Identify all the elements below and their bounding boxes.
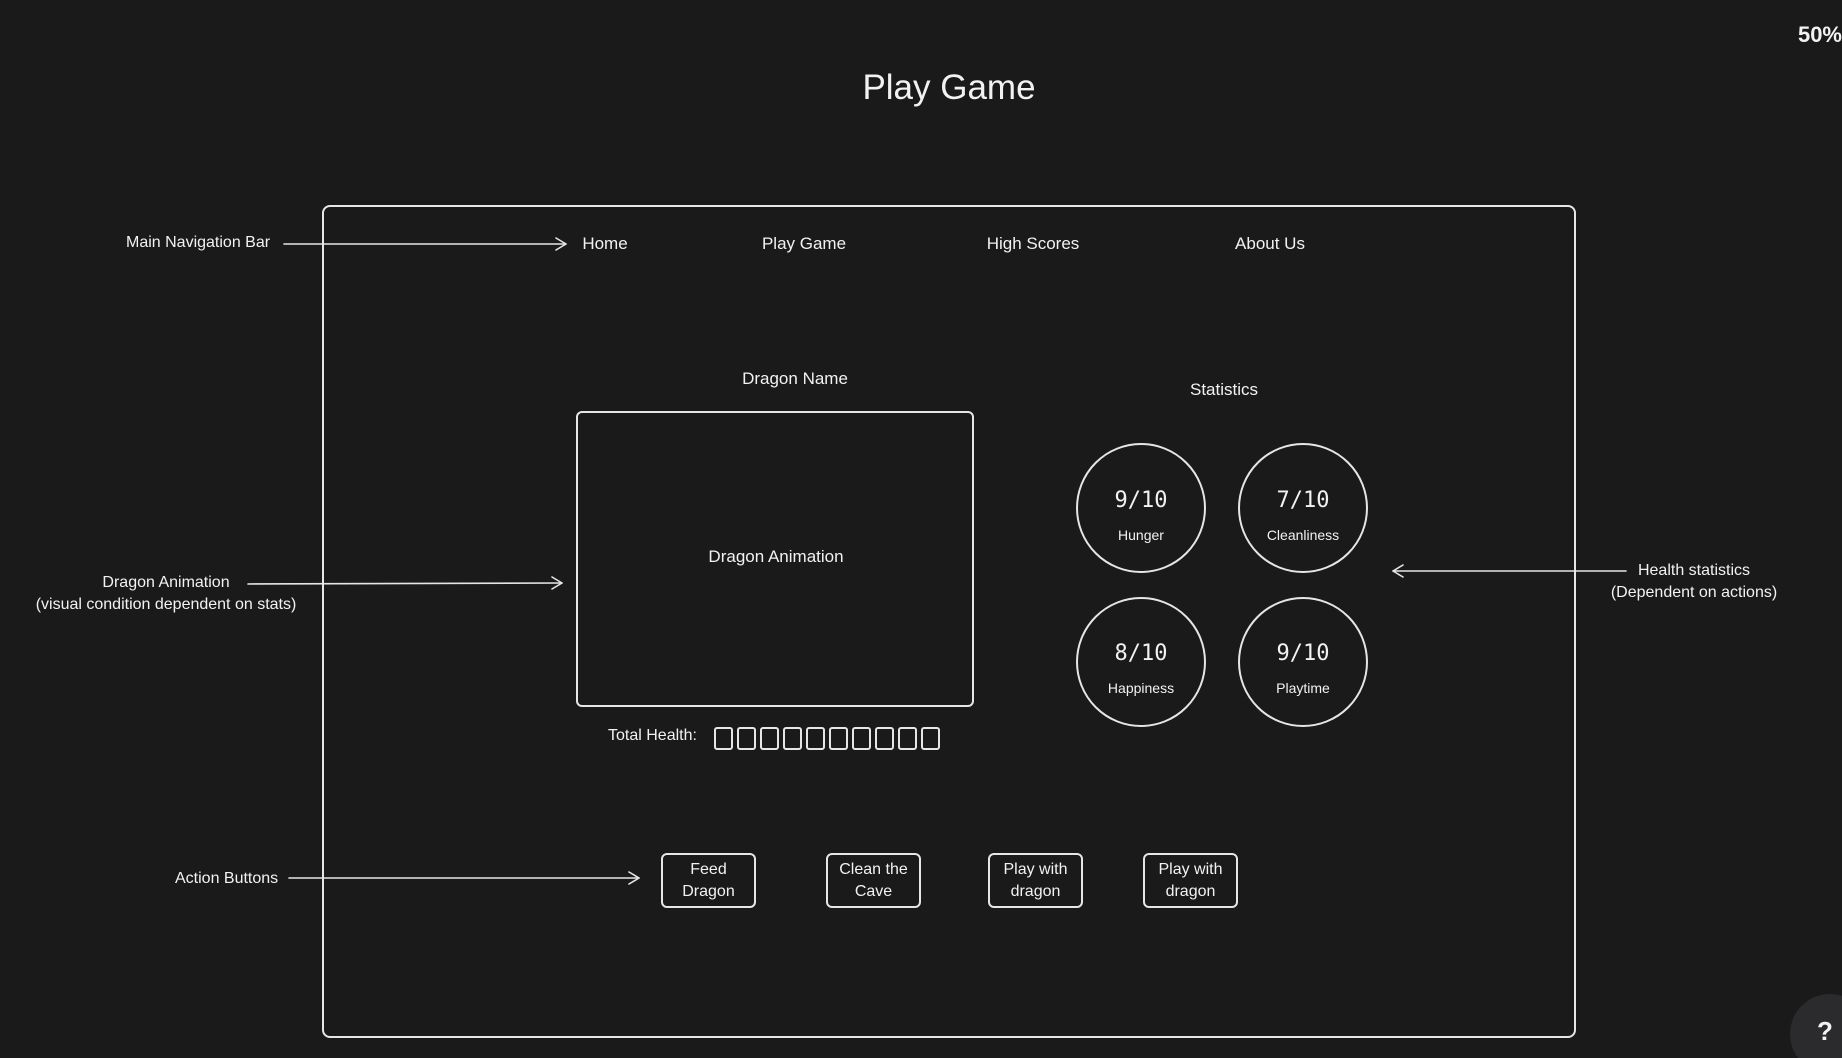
- health-segment: [921, 727, 940, 750]
- annotation-health-1: Health statistics: [1637, 562, 1751, 579]
- dragon-name: Dragon Name: [742, 369, 848, 388]
- health-segment: [875, 727, 894, 750]
- stat-label-playtime: Playtime: [1276, 680, 1330, 696]
- dragon-animation-label: Dragon Animation: [708, 547, 844, 566]
- annotation-nav: Main Navigation Bar: [126, 234, 271, 251]
- stat-label-happiness: Happiness: [1107, 680, 1175, 696]
- help-icon[interactable]: ?: [1817, 1016, 1833, 1047]
- clean-cave-button[interactable]: Clean the Cave: [826, 853, 921, 908]
- health-segment: [806, 727, 825, 750]
- health-segment: [737, 727, 756, 750]
- health-segment: [783, 727, 802, 750]
- annotation-actions: Action Buttons: [175, 870, 279, 887]
- dragon-arrow: [247, 582, 563, 585]
- health-segment: [714, 727, 733, 750]
- play-with-dragon-button[interactable]: Play with dragon: [988, 853, 1083, 908]
- annotation-dragon-2: (visual condition dependent on stats): [35, 596, 297, 613]
- health-segment: [852, 727, 871, 750]
- stat-value-playtime: 9/10: [1276, 641, 1330, 666]
- health-segment: [898, 727, 917, 750]
- stat-label-hunger: Hunger: [1118, 527, 1164, 543]
- statistics-title: Statistics: [1189, 380, 1259, 399]
- stat-value-hunger: 9/10: [1114, 488, 1168, 513]
- health-segment: [829, 727, 848, 750]
- stat-value-happiness: 8/10: [1114, 641, 1168, 666]
- total-health-label: Total Health:: [608, 727, 697, 744]
- stat-value-cleanliness: 7/10: [1276, 488, 1330, 513]
- stat-label-cleanliness: Cleanliness: [1266, 527, 1340, 543]
- play-with-dragon-button-2[interactable]: Play with dragon: [1143, 853, 1238, 908]
- annotation-dragon-1: Dragon Animation: [102, 574, 230, 591]
- feed-dragon-button[interactable]: Feed Dragon: [661, 853, 756, 908]
- health-segment: [760, 727, 779, 750]
- annotation-health-2: (Dependent on actions): [1610, 584, 1778, 601]
